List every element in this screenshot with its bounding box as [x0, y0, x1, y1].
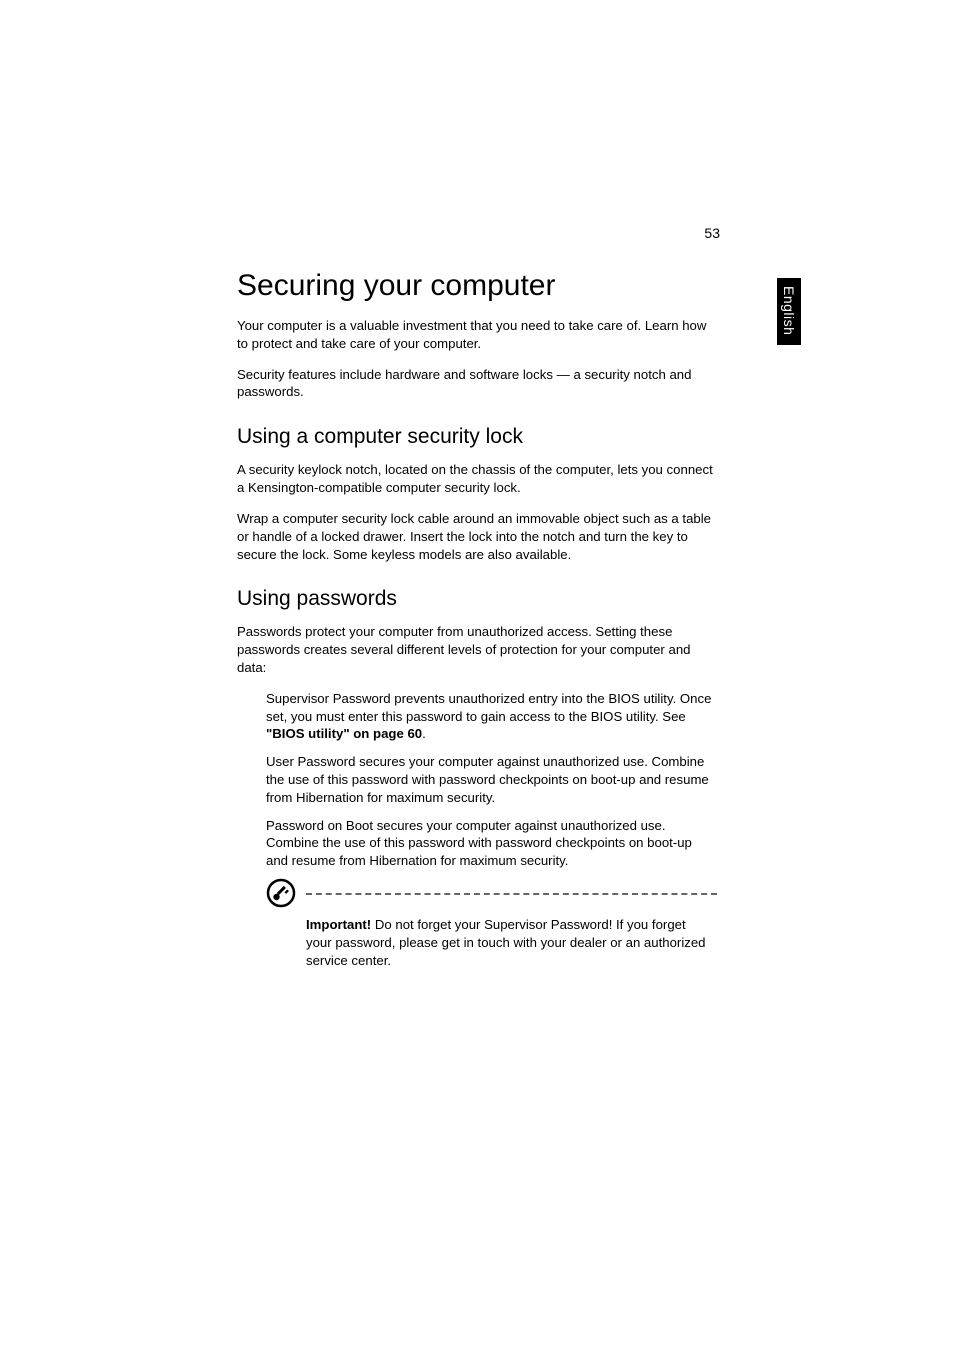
supervisor-text-pre: Supervisor Password prevents unauthorize…: [266, 691, 711, 724]
user-password-item: User Password secures your computer agai…: [266, 753, 717, 806]
important-note: Important! Do not forget your Supervisor…: [306, 916, 706, 969]
password-list: Supervisor Password prevents unauthorize…: [266, 690, 717, 870]
intro-paragraph-1: Your computer is a valuable investment t…: [237, 317, 717, 353]
note-header-row: [266, 880, 717, 908]
intro-paragraph-2: Security features include hardware and s…: [237, 366, 717, 402]
language-tab: English: [777, 278, 801, 345]
page-title: Securing your computer: [237, 269, 717, 303]
key-note-icon: [266, 878, 296, 908]
supervisor-text-post: .: [422, 726, 426, 741]
bios-utility-reference: "BIOS utility" on page 60: [266, 726, 422, 741]
security-lock-paragraph-1: A security keylock notch, located on the…: [237, 461, 717, 497]
page-content: Securing your computer Your computer is …: [237, 227, 717, 970]
supervisor-password-item: Supervisor Password prevents unauthorize…: [266, 690, 717, 743]
important-label: Important!: [306, 917, 371, 932]
security-lock-paragraph-2: Wrap a computer security lock cable arou…: [237, 510, 717, 563]
section-heading-passwords: Using passwords: [237, 587, 717, 611]
section-heading-security-lock: Using a computer security lock: [237, 425, 717, 449]
boot-password-item: Password on Boot secures your computer a…: [266, 817, 717, 870]
passwords-intro: Passwords protect your computer from una…: [237, 623, 717, 676]
note-separator: [306, 893, 717, 895]
